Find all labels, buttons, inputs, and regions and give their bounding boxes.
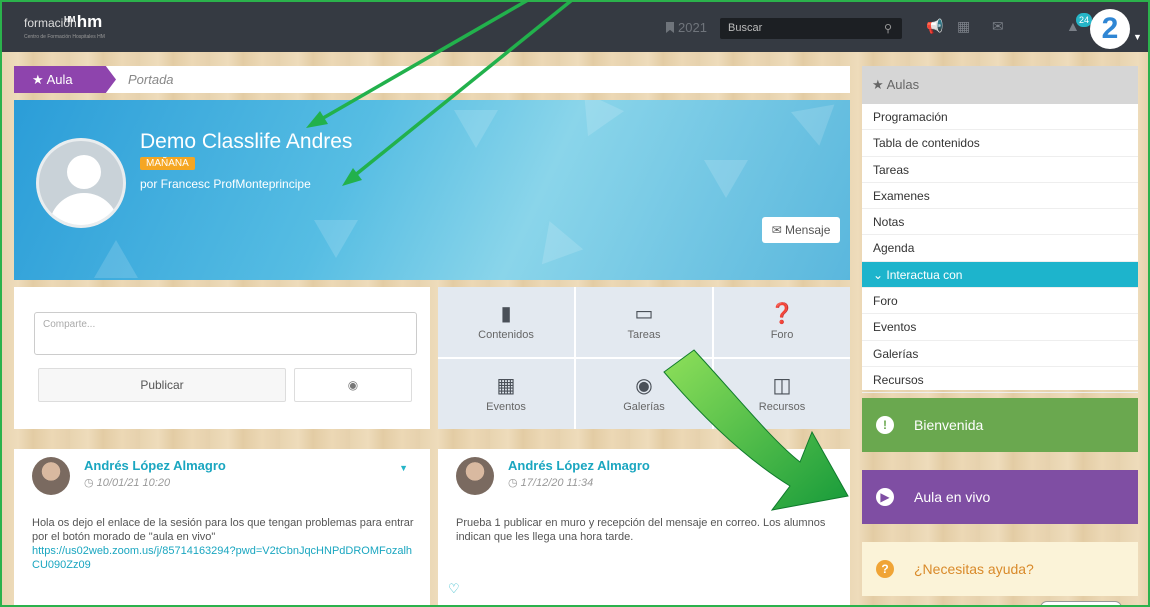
big-curved-arrow [663, 349, 849, 511]
annotation-overlay [306, 0, 849, 511]
annotation-arrow [342, 0, 574, 186]
